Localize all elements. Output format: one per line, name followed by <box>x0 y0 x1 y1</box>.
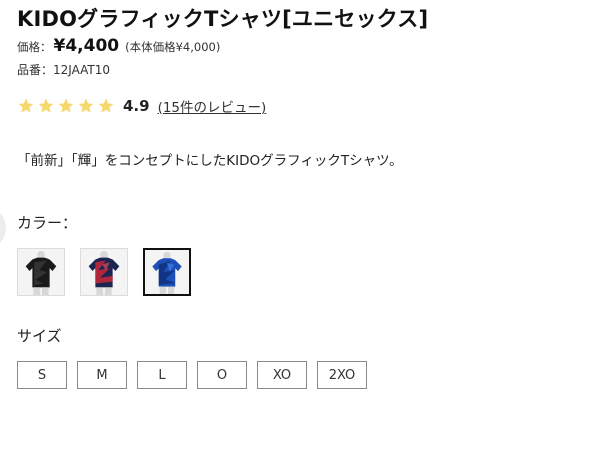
size-options: S M L O XO 2XO <box>17 361 377 389</box>
sku-row: 品番：12JAAT10 <box>17 61 110 78</box>
star-icon <box>57 97 75 115</box>
sku-label: 品番： <box>17 63 54 77</box>
color-swatch-black[interactable] <box>17 248 65 296</box>
color-label: カラー： <box>17 214 73 232</box>
side-scroll-shadow <box>0 208 6 248</box>
rating-row: 4.9 (15件のレビュー) <box>17 96 266 116</box>
base-price: (本体価格¥4,000) <box>125 40 221 54</box>
rating-score: 4.9 <box>123 97 150 115</box>
star-icon <box>37 97 55 115</box>
star-icon <box>97 97 115 115</box>
size-option-l[interactable]: L <box>137 361 187 389</box>
size-option-s[interactable]: S <box>17 361 67 389</box>
star-icon <box>77 97 95 115</box>
color-swatch-blue[interactable] <box>143 248 191 296</box>
tshirt-navy-red-icon <box>81 249 127 295</box>
product-detail-panel: KIDOグラフィックTシャツ[ユニセックス] 価格： ¥4,400 (本体価格¥4,… <box>0 0 600 450</box>
tshirt-black-icon <box>18 249 64 295</box>
size-option-2xo[interactable]: 2XO <box>317 361 367 389</box>
size-option-xo[interactable]: XO <box>257 361 307 389</box>
product-description: 「前新」「輝」をコンセプトにしたKIDOグラフィックTシャツ。 <box>17 153 403 169</box>
color-swatches <box>17 248 206 296</box>
rating-stars <box>17 97 117 115</box>
price-value: ¥4,400 <box>53 36 120 56</box>
size-option-o[interactable]: O <box>197 361 247 389</box>
tshirt-blue-icon <box>145 250 189 294</box>
review-count-link[interactable]: (15件のレビュー) <box>158 96 267 116</box>
product-title: KIDOグラフィックTシャツ[ユニセックス] <box>17 7 429 31</box>
size-label: サイズ <box>17 327 62 345</box>
size-option-m[interactable]: M <box>77 361 127 389</box>
price-row: 価格： ¥4,400 (本体価格¥4,000) <box>17 36 220 56</box>
color-swatch-navy-red[interactable] <box>80 248 128 296</box>
star-icon <box>17 97 35 115</box>
sku-value: 12JAAT10 <box>53 63 111 77</box>
price-label: 価格： <box>17 40 52 54</box>
